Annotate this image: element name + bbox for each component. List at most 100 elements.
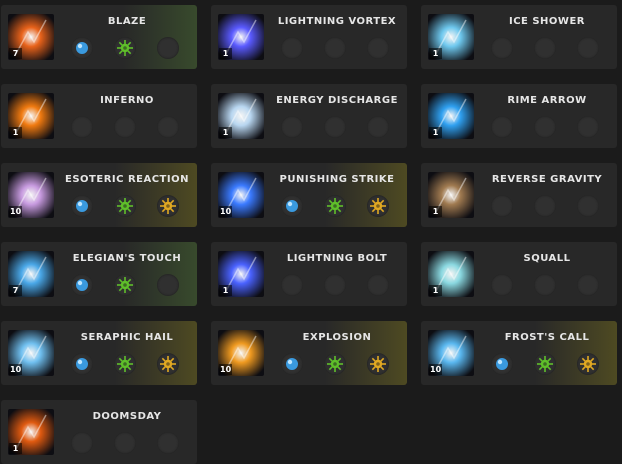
empty-rune-slot[interactable]: [577, 37, 599, 59]
empty-rune-slot[interactable]: [491, 274, 513, 296]
green-sun-rune-icon[interactable]: [114, 195, 136, 217]
skill-card-blaze[interactable]: 7 BLAZE: [1, 5, 197, 69]
blue-orb-rune-icon[interactable]: [71, 37, 93, 59]
gold-sun-rune-icon[interactable]: [367, 353, 389, 375]
skill-name: SQUALL: [523, 253, 571, 264]
skill-name: ELEGIAN'S TOUCH: [72, 253, 182, 264]
empty-rune-slot[interactable]: [281, 37, 303, 59]
blue-orb-rune-icon[interactable]: [281, 353, 303, 375]
skill-card-lightning-vortex[interactable]: 1 LIGHTNING VORTEX: [211, 5, 407, 69]
empty-rune-slot[interactable]: [71, 116, 93, 138]
skill-name: BLAZE: [107, 16, 147, 27]
empty-rune-slot[interactable]: [157, 116, 179, 138]
ice-shower-skill-icon[interactable]: 1: [428, 14, 474, 60]
doomsday-skill-icon[interactable]: 1: [8, 409, 54, 455]
empty-rune-slot[interactable]: [71, 432, 93, 454]
skill-name: INFERNO: [100, 95, 154, 106]
skill-level-badge: 1: [429, 206, 442, 217]
empty-rune-slot[interactable]: [534, 274, 556, 296]
reverse-gravity-skill-icon[interactable]: 1: [428, 172, 474, 218]
empty-rune-slot[interactable]: [367, 116, 389, 138]
skill-card-seraphic-hail[interactable]: 10 SERAPHIC HAIL: [1, 321, 197, 385]
rime-arrow-skill-icon[interactable]: 1: [428, 93, 474, 139]
skill-level-badge: 10: [9, 206, 23, 217]
blue-orb-rune-icon[interactable]: [281, 195, 303, 217]
skill-level-badge: 10: [9, 364, 23, 375]
skill-card-squall[interactable]: 1 SQUALL: [421, 242, 617, 306]
gold-sun-rune-icon[interactable]: [367, 195, 389, 217]
empty-rune-slot[interactable]: [491, 195, 513, 217]
inferno-skill-icon[interactable]: 1: [8, 93, 54, 139]
blue-orb-rune-icon[interactable]: [71, 353, 93, 375]
empty-rune-slot[interactable]: [534, 37, 556, 59]
skill-name: SERAPHIC HAIL: [80, 332, 174, 343]
skill-card-reverse-gravity[interactable]: 1 REVERSE GRAVITY: [421, 163, 617, 227]
skill-card-elegian-s-touch[interactable]: 7 ELEGIAN'S TOUCH: [1, 242, 197, 306]
empty-rune-slot[interactable]: [367, 37, 389, 59]
skill-card-doomsday[interactable]: 1 DOOMSDAY: [1, 400, 197, 464]
elegian-s-touch-skill-icon[interactable]: 7: [8, 251, 54, 297]
skill-card-lightning-bolt[interactable]: 1 LIGHTNING BOLT: [211, 242, 407, 306]
skill-name: ENERGY DISCHARGE: [276, 95, 398, 106]
empty-rune-slot[interactable]: [281, 274, 303, 296]
skill-name: RIME ARROW: [507, 95, 587, 106]
empty-rune-slot[interactable]: [281, 116, 303, 138]
skill-card-inferno[interactable]: 1 INFERNO: [1, 84, 197, 148]
skill-card-explosion[interactable]: 10 EXPLOSION: [211, 321, 407, 385]
skill-card-esoteric-reaction[interactable]: 10 ESOTERIC REACTION: [1, 163, 197, 227]
empty-rune-slot[interactable]: [157, 37, 179, 59]
empty-rune-slot[interactable]: [324, 37, 346, 59]
gold-sun-rune-icon[interactable]: [157, 353, 179, 375]
skill-name: LIGHTNING BOLT: [286, 253, 388, 264]
green-sun-rune-icon[interactable]: [534, 353, 556, 375]
blaze-skill-icon[interactable]: 7: [8, 14, 54, 60]
green-sun-rune-icon[interactable]: [114, 37, 136, 59]
empty-rune-slot[interactable]: [534, 195, 556, 217]
skill-level-badge: 10: [219, 364, 233, 375]
empty-rune-slot[interactable]: [114, 432, 136, 454]
skill-card-rime-arrow[interactable]: 1 RIME ARROW: [421, 84, 617, 148]
green-sun-rune-icon[interactable]: [114, 353, 136, 375]
skill-level-badge: 1: [219, 285, 232, 296]
skill-card-energy-discharge[interactable]: 1 ENERGY DISCHARGE: [211, 84, 407, 148]
empty-rune-slot[interactable]: [534, 116, 556, 138]
skill-name: DOOMSDAY: [92, 411, 162, 422]
seraphic-hail-skill-icon[interactable]: 10: [8, 330, 54, 376]
green-sun-rune-icon[interactable]: [114, 274, 136, 296]
blue-orb-rune-icon[interactable]: [71, 195, 93, 217]
green-sun-rune-icon[interactable]: [324, 353, 346, 375]
energy-discharge-skill-icon[interactable]: 1: [218, 93, 264, 139]
skill-level-badge: 1: [9, 127, 22, 138]
frost-s-call-skill-icon[interactable]: 10: [428, 330, 474, 376]
empty-rune-slot[interactable]: [491, 37, 513, 59]
skill-grid: 7 BLAZE 1 LIGHTNING VORTEX 1 ICE SHOWER 1 INFER…: [0, 0, 622, 464]
skill-card-punishing-strike[interactable]: 10 PUNISHING STRIKE: [211, 163, 407, 227]
lightning-vortex-skill-icon[interactable]: 1: [218, 14, 264, 60]
esoteric-reaction-skill-icon[interactable]: 10: [8, 172, 54, 218]
empty-rune-slot[interactable]: [577, 116, 599, 138]
skill-level-badge: 1: [429, 48, 442, 59]
skill-name: ESOTERIC REACTION: [65, 174, 189, 185]
gold-sun-rune-icon[interactable]: [577, 353, 599, 375]
empty-rune-slot[interactable]: [157, 432, 179, 454]
empty-rune-slot[interactable]: [157, 274, 179, 296]
punishing-strike-skill-icon[interactable]: 10: [218, 172, 264, 218]
squall-skill-icon[interactable]: 1: [428, 251, 474, 297]
empty-rune-slot[interactable]: [367, 274, 389, 296]
skill-level-badge: 7: [9, 48, 22, 59]
blue-orb-rune-icon[interactable]: [71, 274, 93, 296]
green-sun-rune-icon[interactable]: [324, 195, 346, 217]
lightning-bolt-skill-icon[interactable]: 1: [218, 251, 264, 297]
blue-orb-rune-icon[interactable]: [491, 353, 513, 375]
skill-card-frost-s-call[interactable]: 10 FROST'S CALL: [421, 321, 617, 385]
empty-rune-slot[interactable]: [114, 116, 136, 138]
empty-rune-slot[interactable]: [324, 274, 346, 296]
empty-rune-slot[interactable]: [577, 195, 599, 217]
explosion-skill-icon[interactable]: 10: [218, 330, 264, 376]
empty-rune-slot[interactable]: [324, 116, 346, 138]
empty-rune-slot[interactable]: [577, 274, 599, 296]
skill-level-badge: 1: [9, 443, 22, 454]
skill-card-ice-shower[interactable]: 1 ICE SHOWER: [421, 5, 617, 69]
empty-rune-slot[interactable]: [491, 116, 513, 138]
gold-sun-rune-icon[interactable]: [157, 195, 179, 217]
